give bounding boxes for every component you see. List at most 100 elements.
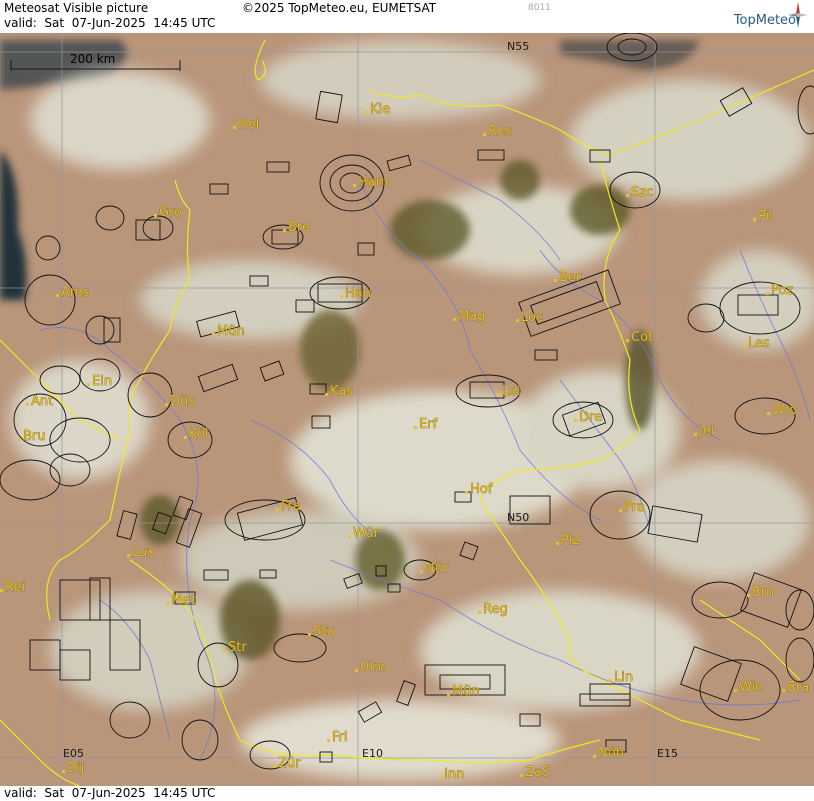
header-bar: Meteosat Visible picture ©2025 TopMeteo.… (0, 0, 814, 33)
city-label: Poz (771, 283, 793, 298)
city-dot (447, 693, 450, 696)
city-dot (743, 345, 746, 348)
city-dot (340, 295, 343, 298)
valid-time-bottom: valid: Sat 07-Jun-2025 14:45 UTC (4, 786, 216, 800)
city-label: Gro (159, 205, 182, 220)
city-label: Ber (559, 270, 582, 285)
city-dot (0, 589, 3, 592)
city-dot (734, 689, 737, 692)
city-dot (276, 508, 279, 511)
city-dot (348, 535, 351, 538)
city-label: Mag (458, 309, 485, 324)
city-dot (223, 649, 226, 652)
city-dot (439, 776, 442, 779)
city-dot (694, 433, 697, 436)
city-label: Hel (238, 117, 259, 132)
grid-label: E05 (63, 747, 84, 760)
city-dot (18, 438, 21, 441)
city-label: Dre (579, 410, 602, 425)
city-label: Kas (330, 384, 353, 399)
city-dot (478, 611, 481, 614)
satellite-map[interactable]: Hel Kie Ros Ham Szc Gro Bre Pil Ber Ams Han Poz Mag L… (0, 0, 814, 801)
city-label: Dij (67, 761, 84, 776)
city-label: Mün (452, 684, 480, 699)
city-label: Str (228, 640, 247, 655)
city-label: Brn (752, 585, 774, 600)
map-title: Meteosat Visible picture (4, 1, 149, 15)
city-label: Ham (358, 175, 388, 190)
city-dot (767, 412, 770, 415)
city-dot (62, 770, 65, 773)
city-dot (273, 765, 276, 768)
city-dot (414, 426, 417, 429)
valid-time-top: valid: Sat 07-Jun-2025 14:45 UTC (4, 16, 216, 30)
city-dot (327, 739, 330, 742)
city-dot (520, 774, 523, 777)
city-dot (747, 594, 750, 597)
city-label: Ulm (360, 660, 386, 675)
city-label: Pra (624, 500, 645, 515)
city-dot (325, 393, 328, 396)
compass-icon (788, 2, 808, 28)
city-label: Bru (23, 429, 46, 444)
city-dot (355, 669, 358, 672)
city-label: Wür (353, 526, 380, 541)
city-label: Loc (521, 310, 543, 325)
city-dot (283, 229, 286, 232)
city-label: Les (748, 336, 770, 351)
city-dot (574, 419, 577, 422)
city-dot (166, 602, 169, 605)
topmeteo-logo[interactable]: TopMeteo (734, 13, 796, 28)
city-label: Bra (787, 680, 809, 695)
city-label: Lux (132, 545, 155, 560)
city-dot (154, 214, 157, 217)
city-dot (233, 126, 236, 129)
city-label: Cot (631, 330, 653, 345)
city-label: Plz (561, 533, 579, 548)
city-dot (420, 570, 423, 573)
city-dot (453, 318, 456, 321)
grid-label: E15 (657, 747, 678, 760)
city-dot (353, 184, 356, 187)
city-dot (626, 339, 629, 342)
city-label: Reg (483, 602, 508, 617)
city-dot (497, 393, 500, 396)
city-label: Han (345, 286, 371, 301)
city-dot (365, 111, 368, 114)
city-dot (516, 319, 519, 322)
city-label: Hof (470, 482, 493, 497)
city-label: Bre (288, 220, 310, 235)
city-label: Stu (313, 624, 335, 639)
city-dot (212, 333, 215, 336)
city-label: Köl (189, 427, 208, 442)
image-code: 8011 (528, 3, 551, 13)
city-dot (626, 194, 629, 197)
city-dot (26, 403, 29, 406)
city-dot (766, 292, 769, 295)
city-label: Ant (31, 394, 53, 409)
city-label: Ams (61, 285, 90, 300)
city-label: Erf (419, 417, 438, 432)
logo-text: TopMeteo (733, 13, 796, 28)
city-label: Rei (5, 580, 25, 595)
city-dot (184, 436, 187, 439)
city-dot (308, 633, 311, 636)
city-label: Ein (92, 374, 112, 389)
city-label: Fri (332, 730, 348, 745)
city-label: Jel (698, 424, 714, 439)
city-label: Zür (278, 756, 301, 771)
city-label: Mün (217, 324, 245, 339)
city-label: Nöb (598, 746, 624, 761)
scale-label: 200 km (70, 52, 116, 66)
city-label: Szc (631, 185, 653, 200)
city-dot (556, 542, 559, 545)
city-label: Wro (772, 403, 797, 418)
city-label: Lei (502, 384, 521, 399)
city-label: Nür (425, 561, 449, 576)
city-dot (609, 679, 612, 682)
city-dot (483, 133, 486, 136)
city-label: Kie (370, 102, 390, 117)
copyright-text: ©2025 TopMeteo.eu, EUMETSAT (242, 1, 437, 15)
city-label: Inn (444, 767, 464, 782)
footer-bar: valid: Sat 07-Jun-2025 14:45 UTC (0, 786, 814, 801)
